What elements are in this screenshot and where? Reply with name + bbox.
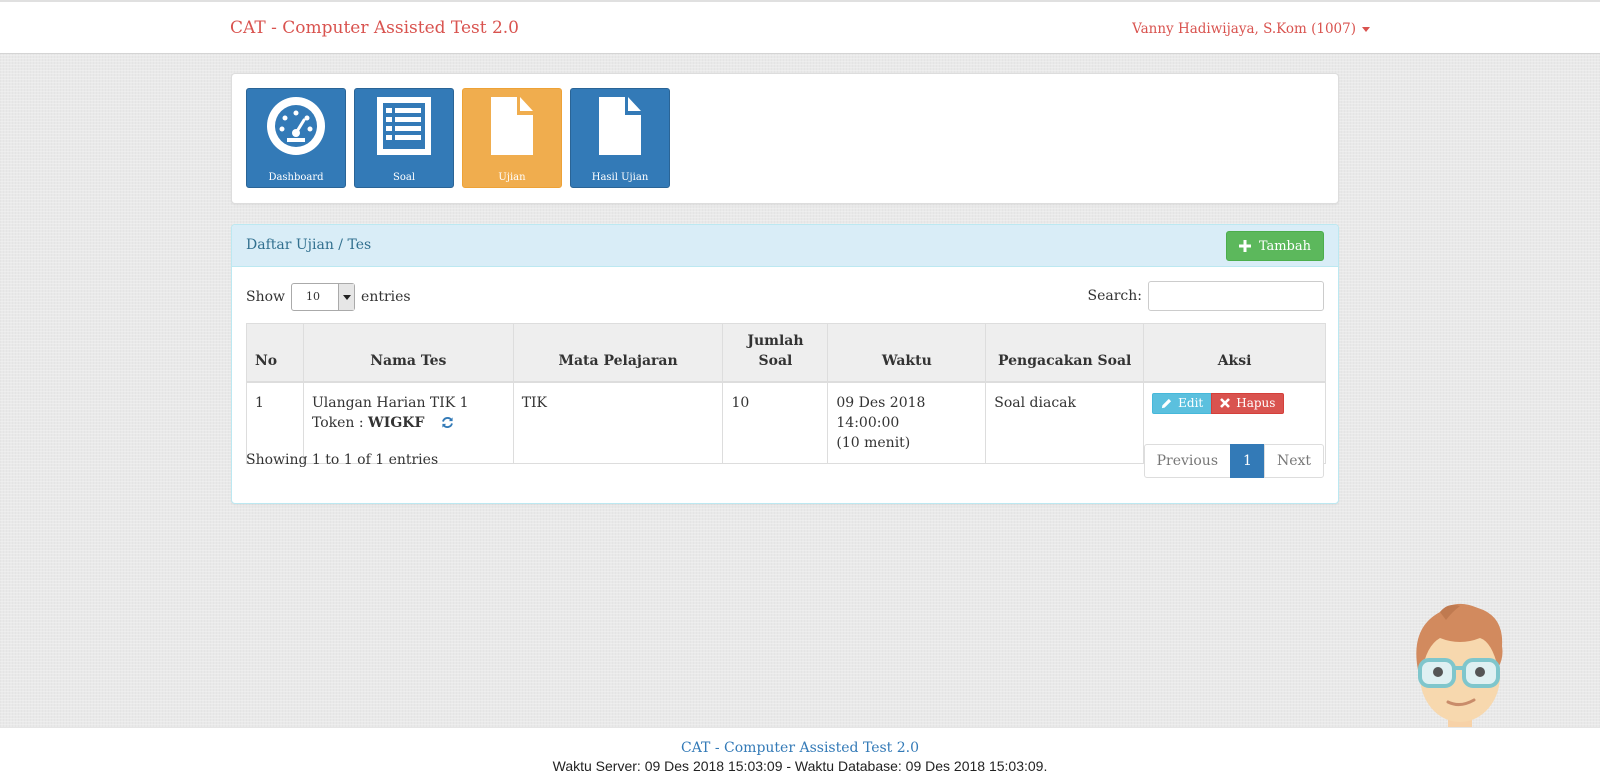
close-icon: [1220, 398, 1231, 408]
table-info: Showing 1 to 1 of 1 entries: [246, 452, 439, 468]
tile-hasil-ujian[interactable]: Hasil Ujian: [570, 88, 670, 188]
pagination: Previous 1 Next: [1143, 444, 1324, 478]
navbar: CAT - Computer Assisted Test 2.0 Vanny H…: [0, 0, 1600, 54]
tile-label: Hasil Ujian: [591, 172, 649, 183]
footer-title: CAT - Computer Assisted Test 2.0: [681, 740, 919, 756]
exam-datetime: 09 Des 2018 14:00:00: [836, 394, 926, 431]
footer: CAT - Computer Assisted Test 2.0 Waktu S…: [0, 727, 1600, 782]
cell-mata-pelajaran: TIK: [512, 381, 724, 464]
brand-title[interactable]: CAT - Computer Assisted Test 2.0: [230, 18, 519, 38]
token-value: WIGKF: [368, 414, 425, 431]
entries-select[interactable]: 10: [291, 283, 356, 311]
cell-nama-tes: Ulangan Harian TIK 1 Token : WIGKF: [302, 381, 514, 464]
caret-down-icon: [1362, 27, 1370, 32]
select-arrow-icon: [338, 284, 355, 310]
column-header-waktu[interactable]: Waktu: [827, 323, 987, 383]
refresh-token-icon[interactable]: [441, 415, 454, 435]
delete-label: Hapus: [1236, 396, 1276, 410]
column-header-no[interactable]: No: [246, 323, 304, 383]
dashboard-gauge-icon: [267, 97, 325, 155]
list-icon: [377, 97, 431, 155]
edit-button[interactable]: Edit: [1152, 392, 1213, 414]
table-header-row: No Nama Tes Mata Pelajaran Jumlah Soal W…: [246, 323, 1326, 383]
column-header-pengacakan-soal[interactable]: Pengacakan Soal: [985, 323, 1145, 383]
search-input[interactable]: [1148, 281, 1324, 311]
plus-icon: [1238, 240, 1251, 252]
cell-no: 1: [246, 381, 304, 464]
show-label: Show: [246, 289, 286, 305]
exam-token: Token : WIGKF: [312, 413, 505, 435]
entries-label: entries: [361, 289, 411, 305]
file-icon: [491, 97, 533, 155]
entries-select-value: 10: [306, 290, 321, 303]
column-header-jumlah-soal[interactable]: Jumlah Soal: [722, 323, 829, 383]
edit-label: Edit: [1178, 396, 1204, 410]
entries-length-control: Show 10 entries: [246, 283, 411, 311]
pagination-next[interactable]: Next: [1263, 444, 1324, 478]
column-header-jumlah-soal-label: Jumlah Soal: [747, 332, 804, 369]
exam-duration: (10 menit): [836, 434, 911, 451]
exam-table: No Nama Tes Mata Pelajaran Jumlah Soal W…: [246, 323, 1326, 464]
search-label: Search:: [1087, 288, 1143, 304]
footer-server-time: Waktu Server: 09 Des 2018 15:03:09 - Wak…: [552, 758, 1048, 774]
pagination-page-current[interactable]: 1: [1230, 444, 1265, 478]
delete-button[interactable]: Hapus: [1211, 392, 1285, 414]
exam-list-panel: Daftar Ujian / Tes Tambah Show 10 entrie…: [231, 224, 1339, 504]
exam-name: Ulangan Harian TIK 1: [311, 394, 469, 411]
user-menu-dropdown[interactable]: Vanny Hadiwijaya, S.Kom (1007): [1132, 21, 1370, 37]
tile-soal[interactable]: Soal: [354, 88, 454, 188]
tile-ujian[interactable]: Ujian: [462, 88, 562, 188]
tile-label: Soal: [392, 172, 416, 183]
cell-jumlah-soal: 10: [722, 381, 829, 464]
add-exam-button[interactable]: Tambah: [1225, 231, 1324, 261]
search-control: Search:: [1087, 281, 1324, 311]
panel-title: Daftar Ujian / Tes: [246, 237, 372, 253]
cell-waktu: 09 Des 2018 14:00:00 (10 menit): [827, 381, 987, 464]
column-header-aksi[interactable]: Aksi: [1143, 323, 1326, 383]
cell-pengacakan-soal: Soal diacak: [985, 381, 1145, 464]
user-name: Vanny Hadiwijaya, S.Kom (1007): [1132, 21, 1356, 37]
column-header-mata-pelajaran[interactable]: Mata Pelajaran: [512, 323, 724, 383]
add-button-label: Tambah: [1258, 238, 1311, 254]
tile-dashboard[interactable]: Dashboard: [246, 88, 346, 188]
token-label: Token :: [311, 414, 369, 431]
pencil-icon: [1162, 398, 1172, 408]
tile-label: Dashboard: [268, 172, 324, 183]
pagination-previous[interactable]: Previous: [1143, 444, 1232, 478]
menu-panel: Dashboard Soal Ujian Hasil Ujian: [231, 73, 1339, 204]
column-header-nama-tes[interactable]: Nama Tes: [302, 323, 514, 383]
tile-label: Ujian: [498, 172, 526, 183]
file-icon: [599, 97, 641, 155]
panel-heading: Daftar Ujian / Tes Tambah: [232, 225, 1338, 267]
